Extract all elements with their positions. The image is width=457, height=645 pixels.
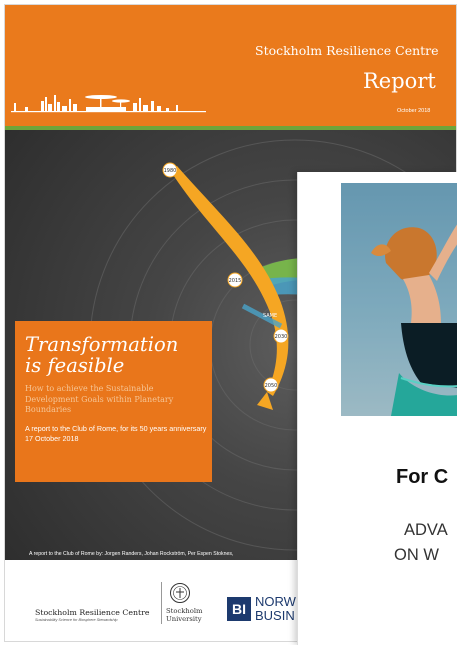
year-marker: 1980 <box>164 168 177 174</box>
university-name: Stockholm University <box>166 607 203 623</box>
report-subtitle: How to achieve the Sustainable Developme… <box>25 384 174 414</box>
src-logo-text: Stockholm Resilience Centre <box>35 608 150 617</box>
document-type: Report <box>363 69 436 93</box>
dancer-photo <box>341 183 457 416</box>
cover-header: Stockholm Resilience Centre Report Octob… <box>5 5 456 126</box>
front-text-line1: ADVA <box>404 521 448 539</box>
bi-logo-text-line1: NORW <box>255 594 296 609</box>
front-heading: For C <box>396 466 449 488</box>
front-text-line2: ON W <box>394 546 439 564</box>
year-marker: 2030 <box>275 334 288 340</box>
year-marker: 2015 <box>229 278 242 284</box>
year-marker: 2050 <box>265 383 278 389</box>
bi-logo-mark: BI <box>227 597 251 621</box>
report-note: A report to the Club of Rome, for its 50… <box>25 424 207 443</box>
report-title-line2: is feasible <box>25 354 125 377</box>
overlapping-document: For C ADVA ON W <box>297 172 457 645</box>
title-box: Transformation is feasible How to achiev… <box>15 321 212 482</box>
city-skyline-graphic <box>11 95 206 113</box>
src-logo-tagline: Sustainability Science for Biosphere Ste… <box>35 618 118 622</box>
timeline-label: SAME <box>263 313 277 319</box>
org-name: Stockholm Resilience Centre <box>255 43 439 58</box>
publication-date: October 2018 <box>397 108 431 114</box>
authors-line: A report to the Club of Rome by: Jorgen … <box>29 551 234 557</box>
photo-illustration <box>341 183 457 416</box>
logo-divider <box>161 582 162 624</box>
university-seal-icon <box>170 583 190 603</box>
report-title-line1: Transformation <box>25 333 179 356</box>
bi-logo-text-line2: BUSIN <box>255 608 295 623</box>
